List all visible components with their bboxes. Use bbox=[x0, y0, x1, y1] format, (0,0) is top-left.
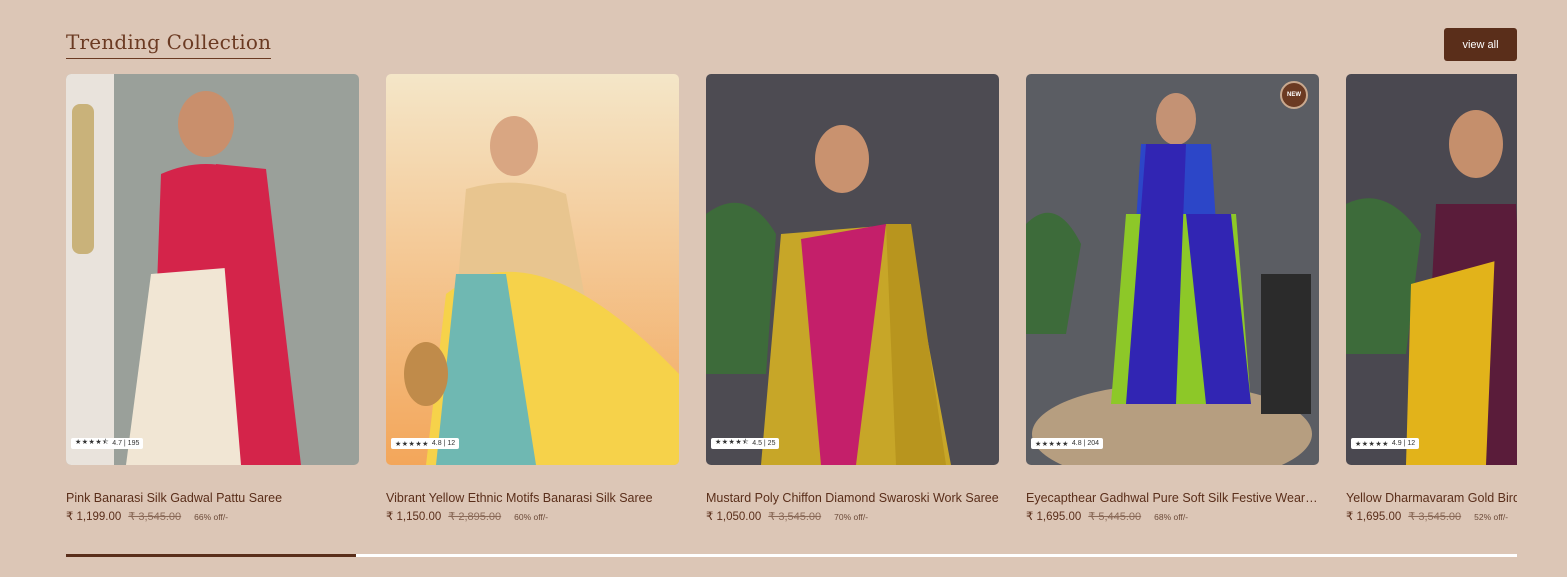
carousel-scrollbar[interactable] bbox=[66, 554, 1517, 557]
new-badge: NEW bbox=[1280, 81, 1308, 109]
product-card[interactable]: NEW ★★★★★ 4.8 | 204 Eyecapthear Gadhwal … bbox=[1026, 74, 1319, 523]
rating-badge: ★★★★⯪ 4.5 | 25 bbox=[711, 438, 780, 449]
original-price: ₹ 3,545.00 bbox=[768, 511, 822, 523]
rating-badge: ★★★★★ 4.8 | 204 bbox=[1031, 438, 1104, 449]
discount-label: 60% off/- bbox=[514, 512, 549, 522]
original-price: ₹ 5,445.00 bbox=[1088, 511, 1142, 523]
star-rating-icon: ★★★★★ bbox=[1355, 440, 1389, 448]
discount-label: 66% off/- bbox=[194, 512, 229, 522]
product-photo bbox=[66, 74, 359, 465]
product-name[interactable]: Vibrant Yellow Ethnic Motifs Banarasi Si… bbox=[386, 491, 679, 505]
product-card[interactable]: ★★★★⯪ 4.7 | 195 Pink Banarasi Silk Gadwa… bbox=[66, 74, 359, 523]
product-name[interactable]: Eyecapthear Gadhwal Pure Soft Silk Festi… bbox=[1026, 491, 1319, 505]
rating-text: 4.8 | 204 bbox=[1071, 440, 1100, 447]
sale-price: ₹ 1,199.00 bbox=[66, 511, 122, 523]
rating-text: 4.7 | 195 bbox=[112, 440, 140, 447]
product-name[interactable]: Pink Banarasi Silk Gadwal Pattu Saree bbox=[66, 491, 359, 505]
sale-price: ₹ 1,695.00 bbox=[1026, 511, 1082, 523]
rating-badge: ★★★★⯪ 4.7 | 195 bbox=[71, 438, 144, 449]
star-rating-icon: ★★★★⯪ bbox=[715, 439, 750, 446]
product-name[interactable]: Mustard Poly Chiffon Diamond Swaroski Wo… bbox=[706, 491, 999, 505]
rating-badge: ★★★★★ 4.8 | 12 bbox=[391, 438, 460, 449]
section-title: Trending Collection bbox=[66, 30, 272, 59]
rating-text: 4.5 | 25 bbox=[752, 440, 776, 447]
discount-label: 52% off/- bbox=[1474, 512, 1509, 522]
rating-text: 4.8 | 12 bbox=[431, 440, 456, 447]
product-photo bbox=[386, 74, 679, 465]
product-card[interactable]: ★★★★★ 4.8 | 12 Vibrant Yellow Ethnic Mot… bbox=[386, 74, 679, 523]
product-prices: ₹ 1,695.00 ₹ 5,445.00 68% off/- bbox=[1026, 509, 1319, 523]
product-prices: ₹ 1,150.00 ₹ 2,895.00 60% off/- bbox=[386, 509, 679, 523]
product-prices: ₹ 1,199.00 ₹ 3,545.00 66% off/- bbox=[66, 509, 359, 523]
original-price: ₹ 3,545.00 bbox=[128, 511, 182, 523]
product-name[interactable]: Yellow Dharmavaram Gold Birds bbox=[1346, 491, 1517, 505]
star-rating-icon: ★★★★★ bbox=[395, 440, 429, 448]
product-card[interactable]: ★★★★★ 4.9 | 12 Yellow Dharmavaram Gold B… bbox=[1346, 74, 1517, 523]
product-photo bbox=[1026, 74, 1319, 465]
original-price: ₹ 2,895.00 bbox=[448, 511, 502, 523]
product-image[interactable]: ★★★★⯪ 4.7 | 195 bbox=[66, 74, 359, 465]
product-image[interactable]: ★★★★★ 4.8 | 12 bbox=[386, 74, 679, 465]
discount-label: 68% off/- bbox=[1154, 512, 1189, 522]
product-card[interactable]: ★★★★⯪ 4.5 | 25 Mustard Poly Chiffon Diam… bbox=[706, 74, 999, 523]
star-rating-icon: ★★★★★ bbox=[1035, 440, 1069, 448]
original-price: ₹ 3,545.00 bbox=[1408, 511, 1462, 523]
rating-text: 4.9 | 12 bbox=[1391, 440, 1416, 447]
product-photo bbox=[1346, 74, 1517, 465]
discount-label: 70% off/- bbox=[834, 512, 869, 522]
product-image[interactable]: NEW ★★★★★ 4.8 | 204 bbox=[1026, 74, 1319, 465]
scrollbar-thumb[interactable] bbox=[66, 554, 357, 557]
sale-price: ₹ 1,150.00 bbox=[386, 511, 442, 523]
rating-badge: ★★★★★ 4.9 | 12 bbox=[1351, 438, 1420, 449]
product-carousel: ★★★★⯪ 4.7 | 195 Pink Banarasi Silk Gadwa… bbox=[66, 74, 1517, 534]
product-prices: ₹ 1,695.00 ₹ 3,545.00 52% off/- bbox=[1346, 509, 1517, 523]
product-image[interactable]: ★★★★★ 4.9 | 12 bbox=[1346, 74, 1517, 465]
star-rating-icon: ★★★★⯪ bbox=[75, 439, 110, 446]
product-photo bbox=[706, 74, 999, 465]
sale-price: ₹ 1,050.00 bbox=[706, 511, 762, 523]
product-image[interactable]: ★★★★⯪ 4.5 | 25 bbox=[706, 74, 999, 465]
view-all-button[interactable]: view all bbox=[1444, 28, 1517, 61]
product-prices: ₹ 1,050.00 ₹ 3,545.00 70% off/- bbox=[706, 509, 999, 523]
sale-price: ₹ 1,695.00 bbox=[1346, 511, 1402, 523]
